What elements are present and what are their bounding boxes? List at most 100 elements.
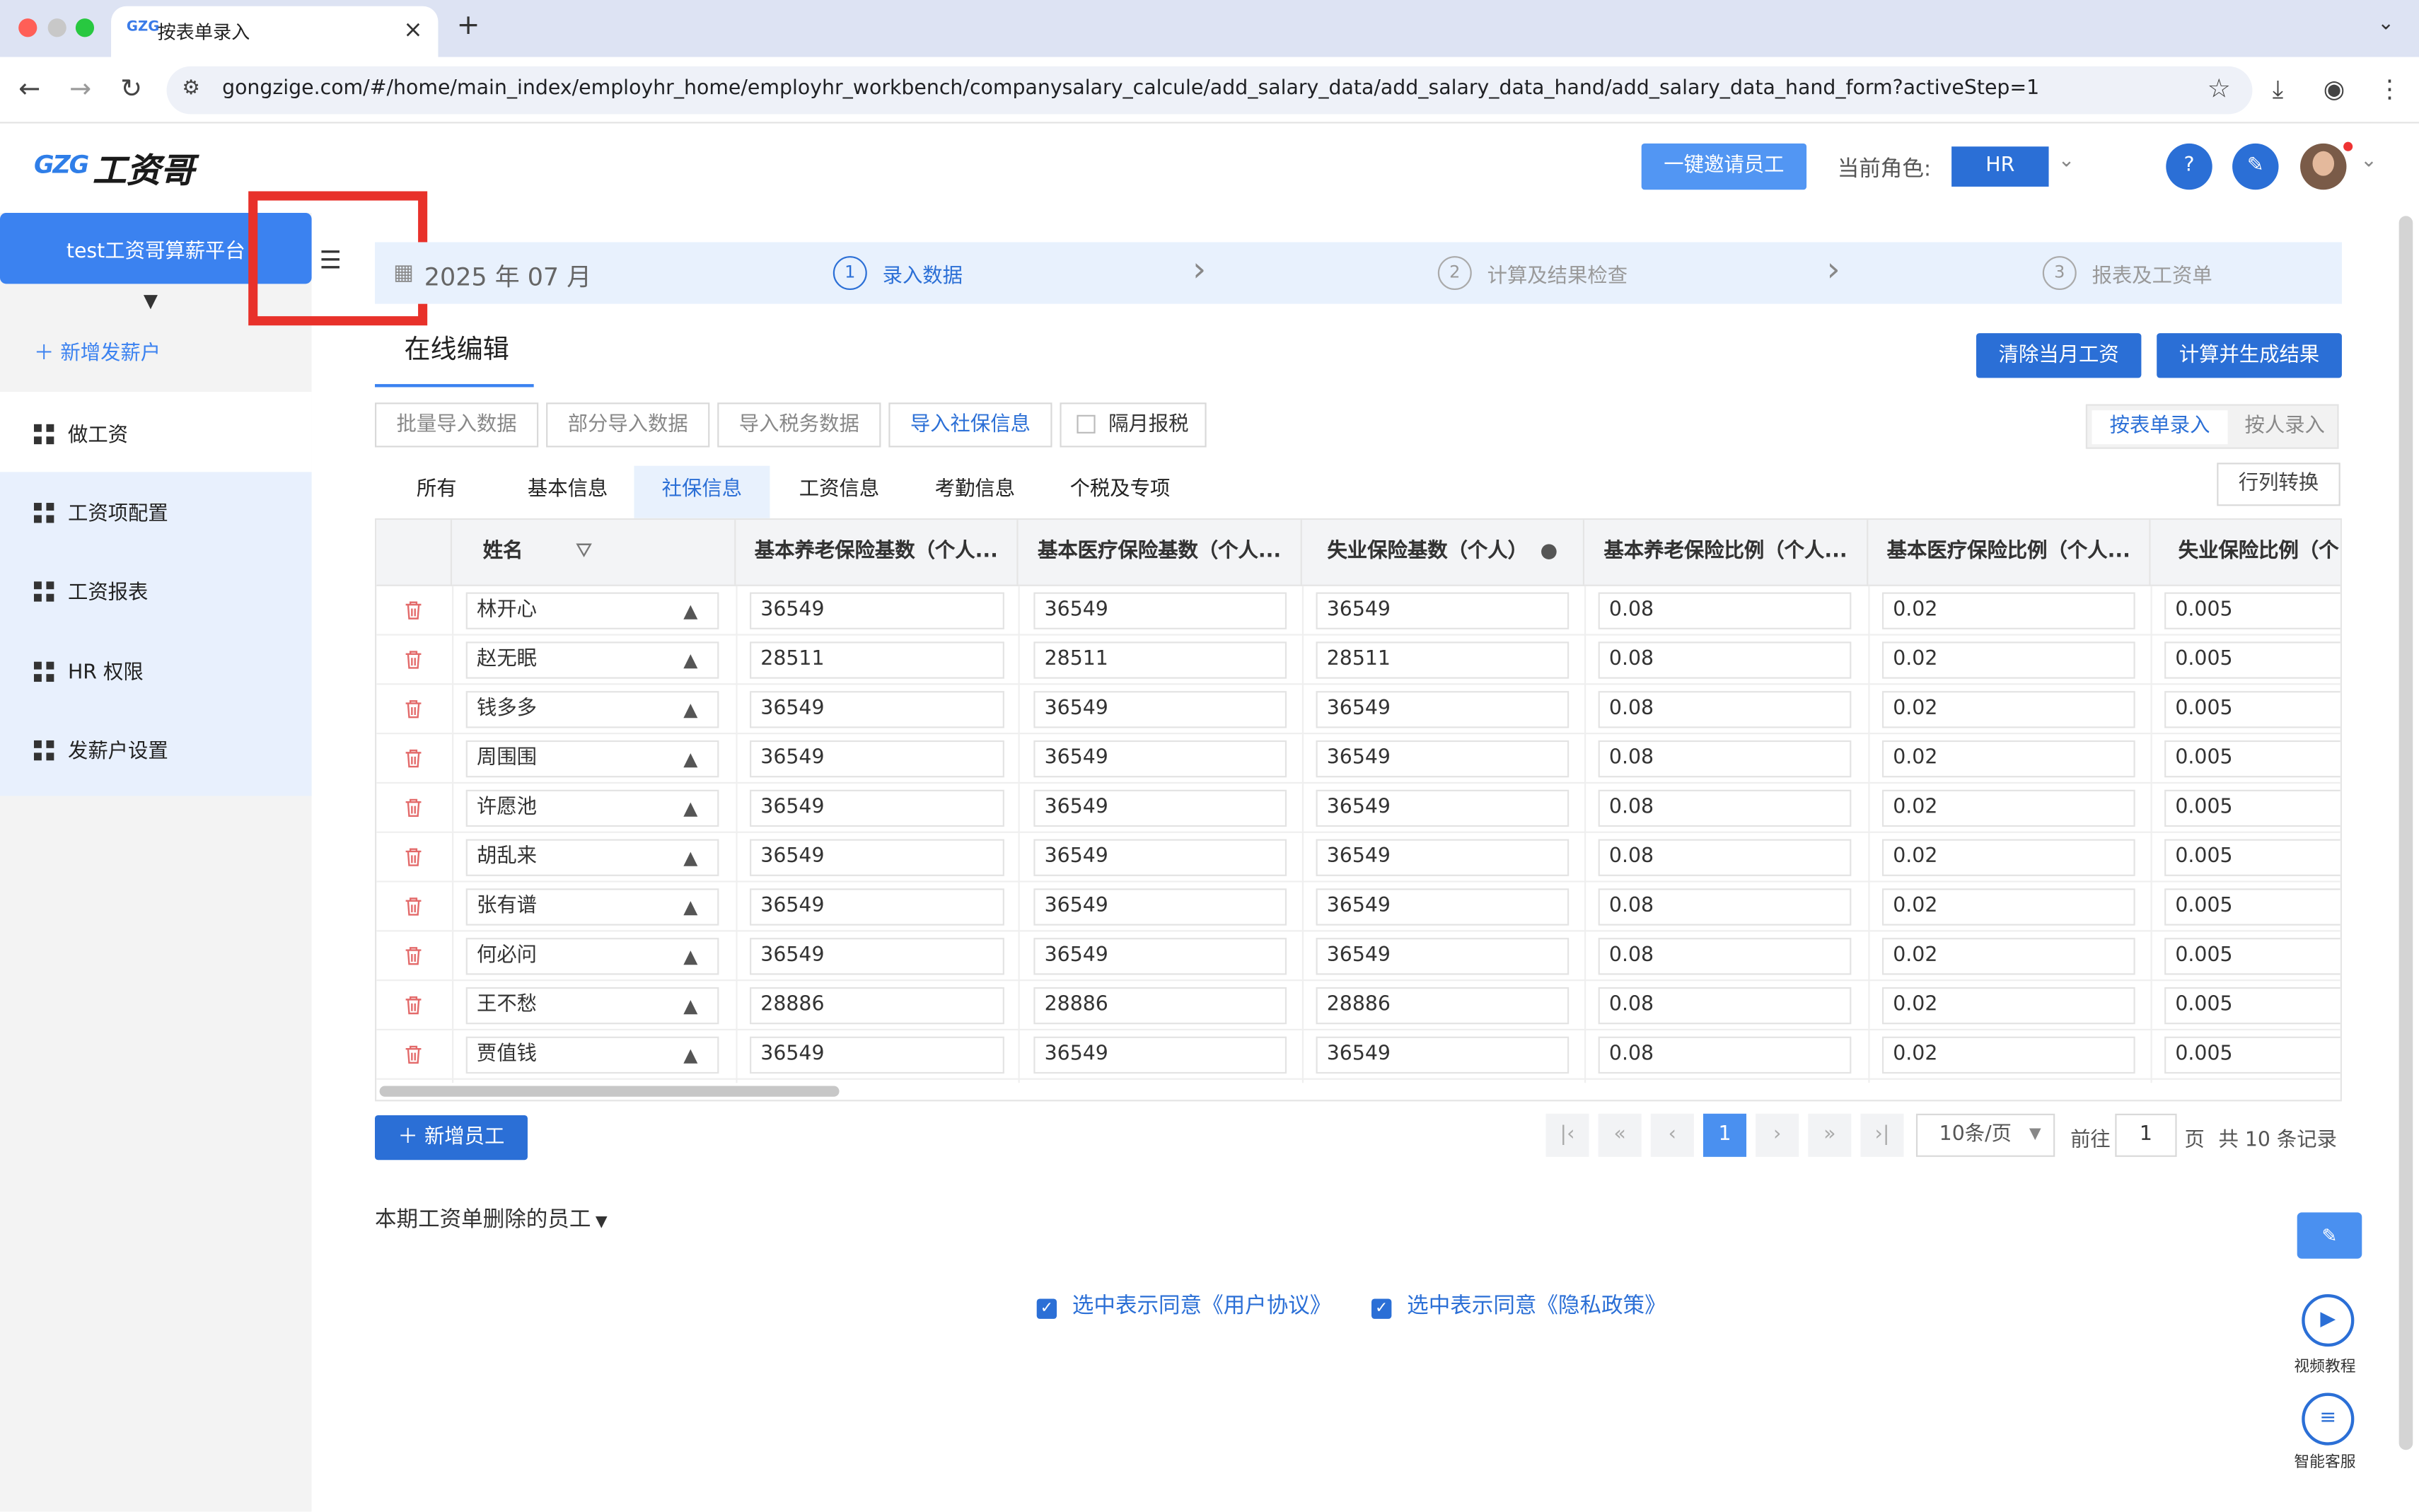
name-cell[interactable]: 赵无眠: [465, 641, 719, 679]
pension-base-cell[interactable]: 28886: [750, 987, 1004, 1025]
sidebar-item-salary-config[interactable]: 工资项配置: [33, 496, 168, 526]
delete-row-icon[interactable]: [404, 896, 422, 916]
tab-tax[interactable]: 个税及专项: [1058, 466, 1181, 518]
prev-group-icon[interactable]: «: [1598, 1113, 1642, 1157]
warning-icon[interactable]: ▲: [683, 798, 697, 820]
new-tab-icon[interactable]: +: [457, 9, 480, 42]
help-icon[interactable]: ?: [2166, 143, 2212, 190]
unemployment-base-cell[interactable]: 36549: [1316, 839, 1570, 876]
medical-base-cell[interactable]: 28511: [1033, 641, 1287, 679]
org-caret-down-icon[interactable]: ▼: [144, 290, 158, 312]
user-agreement-checkbox[interactable]: ✓ 选中表示同意《用户协议》: [1036, 1289, 1331, 1320]
next-group-icon[interactable]: »: [1808, 1113, 1852, 1157]
name-cell[interactable]: 张有谱: [465, 888, 719, 926]
settings-icon[interactable]: ✎: [2232, 143, 2279, 190]
unemployment-base-cell[interactable]: 36549: [1316, 1036, 1570, 1074]
name-cell[interactable]: 胡乱来: [465, 839, 719, 876]
partial-import-button[interactable]: 部分导入数据: [546, 402, 710, 448]
warning-icon[interactable]: ▲: [683, 649, 697, 671]
delete-row-icon[interactable]: [404, 748, 422, 768]
name-cell[interactable]: 何必问: [465, 938, 719, 975]
medical-base-cell[interactable]: 36549: [1033, 938, 1287, 975]
url-field[interactable]: ⚙ gongzige.com/#/home/main_index/employh…: [166, 66, 2253, 115]
medical-base-cell[interactable]: 36549: [1033, 789, 1287, 827]
invite-employee-button[interactable]: 一键邀请员工: [1641, 143, 1807, 190]
avatar[interactable]: [2300, 143, 2347, 190]
name-cell[interactable]: 林开心: [465, 592, 719, 629]
add-payer-link[interactable]: ＋ 新增发薪户: [34, 336, 161, 366]
pension-rate-cell[interactable]: 0.08: [1598, 740, 1852, 778]
unemployment-rate-cell[interactable]: 0.005: [2164, 592, 2340, 629]
privacy-policy-checkbox[interactable]: ✓ 选中表示同意《隐私政策》: [1371, 1289, 1666, 1320]
browser-menu-icon[interactable]: ⋮: [2377, 74, 2402, 103]
step-1-label[interactable]: 录入数据: [883, 259, 963, 289]
delete-row-icon[interactable]: [404, 1045, 422, 1064]
pension-rate-cell[interactable]: 0.08: [1598, 691, 1852, 728]
pension-rate-cell[interactable]: 0.08: [1598, 839, 1852, 876]
download-icon[interactable]: ⤓: [2273, 74, 2283, 105]
unemployment-base-cell[interactable]: 36549: [1316, 592, 1570, 629]
unemployment-rate-cell[interactable]: 0.005: [2164, 1036, 2340, 1074]
pension-base-cell[interactable]: 36549: [750, 740, 1004, 778]
name-cell[interactable]: 贾值钱: [465, 1036, 719, 1074]
medical-rate-cell[interactable]: 0.02: [1881, 888, 2135, 926]
medical-rate-cell[interactable]: 0.02: [1881, 839, 2135, 876]
unemployment-rate-cell[interactable]: 0.005: [2164, 740, 2340, 778]
medical-base-cell[interactable]: 36549: [1033, 888, 1287, 926]
tab-close-icon[interactable]: ×: [403, 16, 422, 43]
medical-rate-cell[interactable]: 0.02: [1881, 641, 2135, 679]
medical-base-cell[interactable]: 28886: [1033, 987, 1287, 1025]
filter-icon[interactable]: ⛛: [576, 540, 593, 563]
pension-base-cell[interactable]: 36549: [750, 888, 1004, 926]
add-employee-button[interactable]: ＋ 新增员工: [375, 1115, 528, 1161]
goto-page-input[interactable]: 1: [2115, 1113, 2177, 1157]
header-name[interactable]: 姓名 ⛛: [452, 520, 736, 586]
site-info-icon[interactable]: ⚙: [182, 77, 199, 100]
video-tutorial-label[interactable]: 视频教程: [2294, 1353, 2355, 1376]
pension-rate-cell[interactable]: 0.08: [1598, 592, 1852, 629]
pension-base-cell[interactable]: 36549: [750, 938, 1004, 975]
unemployment-rate-cell[interactable]: 0.005: [2164, 789, 2340, 827]
prev-page-icon[interactable]: ‹: [1650, 1113, 1694, 1157]
pension-rate-cell[interactable]: 0.08: [1598, 938, 1852, 975]
unemployment-base-cell[interactable]: 28886: [1316, 987, 1570, 1025]
medical-rate-cell[interactable]: 0.02: [1881, 789, 2135, 827]
import-social-security-button[interactable]: 导入社保信息: [888, 402, 1052, 448]
medical-base-cell[interactable]: 36549: [1033, 740, 1287, 778]
header-unemployment-rate[interactable]: 失业保险比例（个...: [2150, 520, 2340, 586]
tab-all[interactable]: 所有: [390, 466, 483, 518]
warning-icon[interactable]: ▲: [683, 600, 697, 622]
next-month-tax-checkbox[interactable]: 隔月报税: [1060, 402, 1207, 448]
tab-salary-info[interactable]: 工资信息: [785, 466, 893, 518]
horizontal-scrollbar[interactable]: [379, 1086, 840, 1097]
minimize-window-icon[interactable]: [47, 18, 66, 37]
pension-base-cell[interactable]: 36549: [750, 1036, 1004, 1074]
pension-rate-cell[interactable]: 0.08: [1598, 641, 1852, 679]
name-cell[interactable]: 王不愁: [465, 987, 719, 1025]
page-title[interactable]: 在线编辑: [404, 327, 509, 366]
delete-row-icon[interactable]: [404, 946, 422, 965]
warning-icon[interactable]: ▲: [683, 699, 697, 721]
browser-tab[interactable]: GZG 按表单录入 ×: [111, 6, 439, 57]
unemployment-base-cell[interactable]: 36549: [1316, 789, 1570, 827]
name-cell[interactable]: 许愿池: [465, 789, 719, 827]
warning-icon[interactable]: ▲: [683, 1045, 697, 1066]
avatar-chevron-down-icon[interactable]: ⌄: [2360, 150, 2377, 173]
delete-row-icon[interactable]: [404, 649, 422, 669]
unemployment-base-cell[interactable]: 36549: [1316, 888, 1570, 926]
sidebar-item-payroll[interactable]: 做工资: [33, 418, 128, 448]
batch-import-button[interactable]: 批量导入数据: [375, 402, 539, 448]
unemployment-rate-cell[interactable]: 0.005: [2164, 691, 2340, 728]
warning-icon[interactable]: ▲: [683, 896, 697, 918]
clear-month-salary-button[interactable]: 清除当月工资: [1976, 333, 2142, 378]
unemployment-rate-cell[interactable]: 0.005: [2164, 641, 2340, 679]
medical-rate-cell[interactable]: 0.02: [1881, 592, 2135, 629]
delete-row-icon[interactable]: [404, 600, 422, 620]
tab-social-security[interactable]: 社保信息: [634, 465, 770, 518]
warning-icon[interactable]: ▲: [683, 995, 697, 1017]
step-2-label[interactable]: 计算及结果检查: [1487, 259, 1628, 289]
unemployment-rate-cell[interactable]: 0.005: [2164, 938, 2340, 975]
first-page-icon[interactable]: |‹: [1545, 1113, 1589, 1157]
pension-base-cell[interactable]: 36549: [750, 592, 1004, 629]
edit-icon[interactable]: ✎: [2297, 1212, 2362, 1259]
